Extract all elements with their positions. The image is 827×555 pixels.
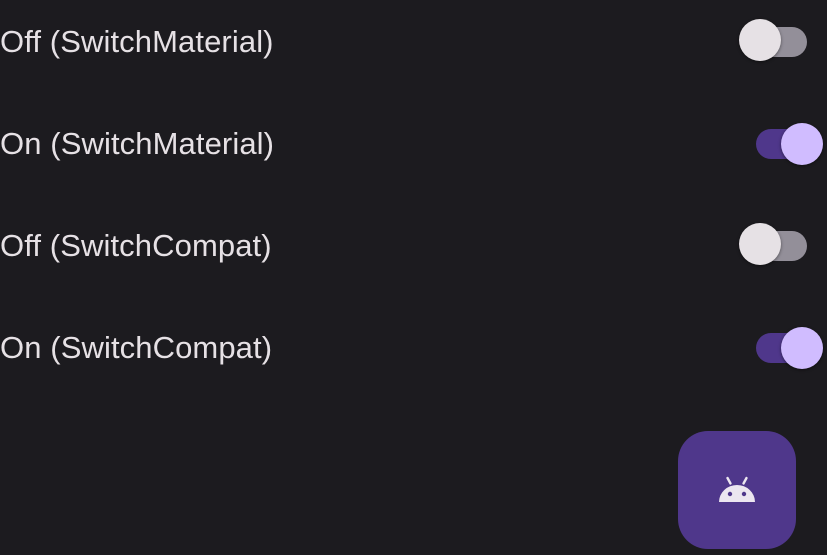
switch-compat-off[interactable]: [737, 221, 823, 273]
switch-thumb: [781, 327, 823, 369]
switch-row-material-off: Off (SwitchMaterial): [0, 0, 827, 102]
switch-label: On (SwitchMaterial): [0, 126, 275, 161]
switch-thumb: [739, 223, 781, 265]
switch-label: Off (SwitchMaterial): [0, 24, 274, 59]
switch-material-on[interactable]: [752, 118, 827, 170]
switch-row-compat-on: On (SwitchCompat): [0, 306, 827, 408]
switch-label: Off (SwitchCompat): [0, 228, 272, 263]
switch-row-compat-off: Off (SwitchCompat): [0, 204, 827, 306]
switch-material-off[interactable]: [737, 17, 823, 69]
switch-thumb: [781, 123, 823, 165]
android-icon: [719, 476, 755, 502]
switch-thumb: [739, 19, 781, 61]
fab-button[interactable]: [678, 431, 796, 549]
switch-label: On (SwitchCompat): [0, 330, 273, 365]
switch-compat-on[interactable]: [752, 322, 827, 374]
switch-row-material-on: On (SwitchMaterial): [0, 102, 827, 204]
